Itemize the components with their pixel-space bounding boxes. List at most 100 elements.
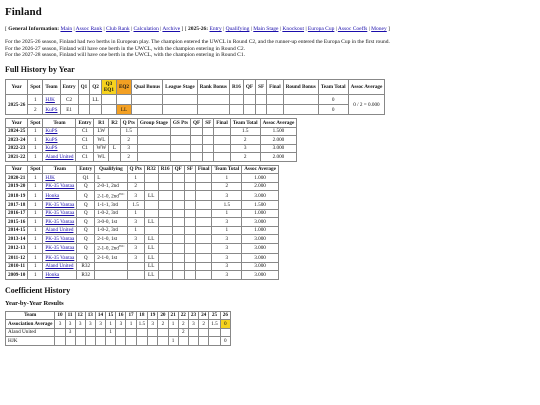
nav-link[interactable]: Main Stage xyxy=(253,26,278,32)
empty-cell xyxy=(136,135,171,145)
q1-cell xyxy=(77,94,91,106)
column-header: Year xyxy=(4,79,29,96)
header-row: Year Spot Team Entry R1 R2 Q Pts Group Stage GS … xyxy=(4,118,298,128)
year-cell: 2012-13 xyxy=(4,242,29,255)
nav-link[interactable]: Assoc Rank xyxy=(76,26,102,32)
nav-link[interactable]: Club Rank xyxy=(106,26,130,32)
empty-cell xyxy=(171,242,185,255)
column-header: 13 xyxy=(84,310,96,321)
empty-cell xyxy=(255,104,268,116)
value-cell: 3 xyxy=(187,319,200,329)
column-header: Team xyxy=(42,79,61,96)
team-total-cell: 0 xyxy=(317,94,349,106)
team-total-cell: 1 xyxy=(211,226,243,236)
team-cell: KuPS xyxy=(42,143,77,154)
nav-link[interactable]: Entry xyxy=(209,26,221,32)
team-total-cell: 3 xyxy=(211,261,243,272)
r1-cell: WL xyxy=(93,135,110,145)
column-header: 19 xyxy=(147,310,159,321)
qualifying-text: 1-0-2, 3rd xyxy=(97,210,118,217)
spot-cell: 1 xyxy=(27,173,44,183)
column-header: 17 xyxy=(125,310,137,321)
q2-cell: LL xyxy=(89,94,102,106)
team-link[interactable]: HJK xyxy=(45,175,55,181)
column-header: 20 xyxy=(157,310,169,321)
empty-cell xyxy=(157,253,173,263)
empty-cell xyxy=(136,126,171,137)
qualifying-cell: 1-1-1, 3rd xyxy=(94,200,128,210)
history-2021-2025-table: Year Spot Team Entry R1 R2 Q Pts Group Stage GS … xyxy=(4,118,298,162)
team-link[interactable]: PK-35 Vantaa xyxy=(45,236,74,242)
empty-cell xyxy=(169,152,192,162)
spot-cell: 1 xyxy=(27,217,44,227)
q-pts-cell: 2 xyxy=(119,152,138,162)
team-link[interactable]: PK-35 Vantaa xyxy=(45,183,74,189)
team-link[interactable]: Honka xyxy=(45,272,59,278)
empty-cell xyxy=(213,135,231,145)
year-cell: 2009-10 xyxy=(4,270,29,280)
team-total-cell: 1 xyxy=(211,173,243,183)
nav-link[interactable]: Assoc Coeffs xyxy=(338,26,367,32)
nav-link[interactable]: Main xyxy=(60,26,72,32)
nav-link[interactable]: Europa Cup xyxy=(308,26,334,32)
q-pts-cell: 2 xyxy=(126,181,145,192)
column-header: R16 xyxy=(157,164,173,175)
r1-cell: WW xyxy=(93,143,110,154)
empty-cell xyxy=(131,94,164,106)
team-link[interactable]: Aland United xyxy=(45,227,73,233)
r32-cell xyxy=(143,209,159,219)
empty-cell xyxy=(171,234,185,244)
empty-cell xyxy=(136,143,171,154)
empty-cell xyxy=(202,152,215,162)
column-header: R32 xyxy=(143,164,159,175)
team-link[interactable]: Aland United xyxy=(45,154,73,160)
nav-link[interactable]: Archive xyxy=(162,26,180,32)
team-link[interactable]: HJK xyxy=(45,97,55,103)
team-link[interactable]: KuPS xyxy=(45,145,57,151)
team-link[interactable]: PK-35 Vantaa xyxy=(45,245,74,251)
table-row: 2021-22 1 Aland United C1 WL 2 2 2.000 xyxy=(4,152,298,162)
entry-cell: Q xyxy=(76,234,96,244)
assoc-average-cell: 3.000 xyxy=(241,261,279,272)
empty-cell xyxy=(157,270,173,280)
column-header: 10 xyxy=(54,310,66,321)
r32-cell xyxy=(143,226,159,236)
team-cell: PK-35 Vantaa xyxy=(42,234,78,244)
team-link[interactable]: KuPS xyxy=(45,107,57,113)
season-2025-26-table: Year Spot Team Entry Q1 Q2 Q3 EQ1 EQ2 Qual Bonus L… xyxy=(4,79,386,116)
r32-cell xyxy=(143,173,159,183)
column-header: QF xyxy=(189,118,204,128)
team-link[interactable]: PK-35 Vantaa xyxy=(45,219,74,225)
team-link[interactable]: PK-35 Vantaa xyxy=(45,255,74,261)
team-cell: PK-35 Vantaa xyxy=(42,200,78,210)
column-header: R2 xyxy=(108,118,121,128)
table-row: 2025-26 1 HJK C2 LL 0 0 / 2 = 0.000 xyxy=(4,94,386,116)
nav-link[interactable]: Money xyxy=(371,26,387,32)
team-link[interactable]: KuPS xyxy=(45,128,57,134)
empty-cell xyxy=(266,104,284,116)
team-link[interactable]: PK-35 Vantaa xyxy=(45,210,74,216)
value-cell: 0 xyxy=(219,336,231,346)
team-link[interactable]: KuPS xyxy=(45,137,57,143)
column-header: Qual Bonus xyxy=(131,79,164,96)
r2-cell xyxy=(108,135,121,145)
empty-cell xyxy=(213,126,231,137)
team-link[interactable]: Honka xyxy=(45,193,59,199)
team-link[interactable]: Aland United xyxy=(45,263,73,269)
entry-cell: C1 xyxy=(75,143,95,154)
empty-cell xyxy=(189,126,204,137)
team-row: Aland United 3 1 2 xyxy=(4,327,231,338)
nav-link[interactable]: Knockout xyxy=(282,26,304,32)
empty-cell xyxy=(157,181,173,192)
page-title: Finland xyxy=(5,6,42,18)
team-total-cell: 3 xyxy=(211,242,243,255)
team-link[interactable]: PK-35 Vantaa xyxy=(45,202,74,208)
spot-cell: 1 xyxy=(27,94,44,106)
nav-link[interactable]: Calculation xyxy=(134,26,159,32)
empty-cell xyxy=(183,242,196,255)
entry-cell: Q xyxy=(76,226,96,236)
empty-cell xyxy=(171,253,185,263)
column-header: 16 xyxy=(115,310,127,321)
nav-link[interactable]: Qualifying xyxy=(226,26,250,32)
value-cell xyxy=(125,336,137,346)
